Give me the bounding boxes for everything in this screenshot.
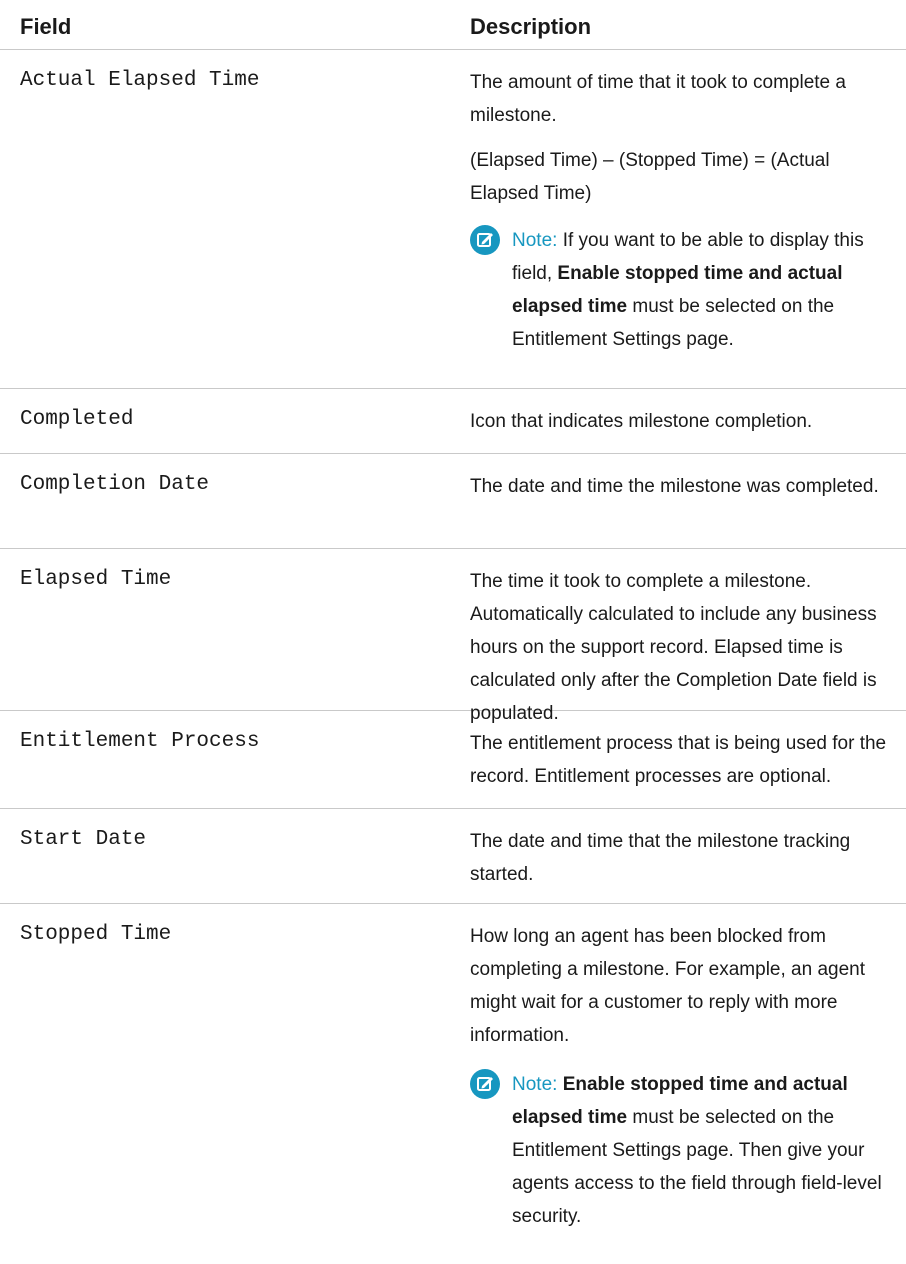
table-row: Entitlement Process The entitlement proc… xyxy=(0,711,906,809)
column-header-field: Field xyxy=(20,14,72,39)
table-row: Actual Elapsed Time The amount of time t… xyxy=(0,50,906,389)
field-description: The entitlement process that is being us… xyxy=(470,727,890,793)
field-name: Stopped Time xyxy=(20,923,172,946)
field-name: Completed xyxy=(20,408,134,431)
table-row: Start Date The date and time that the mi… xyxy=(0,809,906,904)
note-edit-icon xyxy=(470,225,500,255)
description-text: The amount of time that it took to compl… xyxy=(470,72,846,126)
note-callout: Note: Enable stopped time and actual ela… xyxy=(470,1068,890,1233)
note-label: Note: xyxy=(512,1074,558,1095)
field-name: Elapsed Time xyxy=(20,568,172,591)
field-name: Entitlement Process xyxy=(20,730,260,753)
document-page: Field Description Actual Elapsed Time Th… xyxy=(0,0,906,1262)
column-header-description: Description xyxy=(470,14,592,39)
table-header-row: Field Description xyxy=(0,0,906,50)
note-edit-icon xyxy=(470,1069,500,1099)
description-text: The time it took to complete a milestone… xyxy=(470,571,877,724)
field-name: Actual Elapsed Time xyxy=(20,69,260,92)
description-text: The date and time the milestone was comp… xyxy=(470,476,879,497)
field-name: Completion Date xyxy=(20,473,210,496)
description-formula: (Elapsed Time) – (Stopped Time) = (Actua… xyxy=(470,150,830,204)
description-text: How long an agent has been blocked from … xyxy=(470,926,865,1046)
table-row: Elapsed Time The time it took to complet… xyxy=(0,549,906,724)
note-callout: Note: If you want to be able to display … xyxy=(470,224,890,356)
description-text: Icon that indicates milestone completion… xyxy=(470,411,813,432)
field-description: The date and time that the milestone tra… xyxy=(470,825,890,891)
field-description: Icon that indicates milestone completion… xyxy=(470,405,890,438)
field-description: The time it took to complete a milestone… xyxy=(470,565,890,730)
table-row: Stopped Time How long an agent has been … xyxy=(0,904,906,1264)
field-description: The date and time the milestone was comp… xyxy=(470,470,890,503)
field-description: The amount of time that it took to compl… xyxy=(470,66,890,356)
note-label: Note: xyxy=(512,230,558,251)
description-text: The entitlement process that is being us… xyxy=(470,733,887,787)
table-row: Completion Date The date and time the mi… xyxy=(0,454,906,549)
description-text: The date and time that the milestone tra… xyxy=(470,831,851,885)
field-name: Start Date xyxy=(20,828,147,851)
table-row: Completed Icon that indicates milestone … xyxy=(0,389,906,454)
field-description: How long an agent has been blocked from … xyxy=(470,920,890,1233)
fields-table: Field Description Actual Elapsed Time Th… xyxy=(0,0,906,1264)
